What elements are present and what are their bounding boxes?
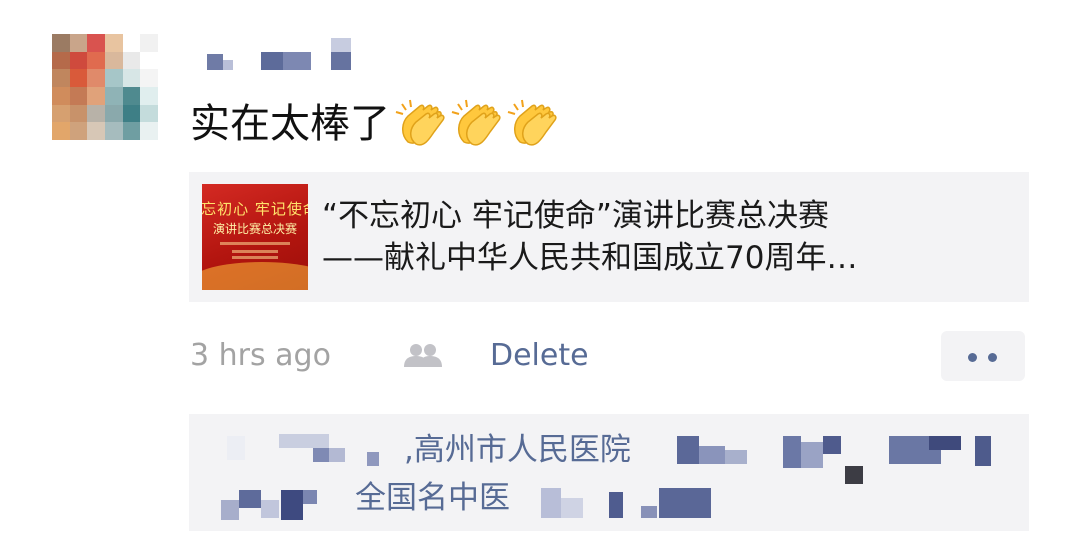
more-dots-icon xyxy=(988,353,997,362)
clapping-hands-emoji-1 xyxy=(395,99,445,146)
avatar-pixel xyxy=(140,69,158,87)
redacted-block xyxy=(823,436,841,454)
redacted-block xyxy=(677,436,699,464)
redacted-block xyxy=(367,452,379,466)
avatar-pixel xyxy=(122,122,141,140)
avatar-pixel xyxy=(69,34,88,52)
more-dots-icon xyxy=(968,353,977,362)
shared-link-card[interactable]: 忘初心 牢记使命 演讲比赛总决赛 “不忘初心 牢记使命”演讲比赛总决赛 ——献礼… xyxy=(189,172,1029,302)
redacted-block xyxy=(801,442,823,468)
avatar-pixel xyxy=(87,34,105,52)
comment-line2-text[interactable]: 全国名中医 xyxy=(355,478,510,518)
avatar-pixel xyxy=(52,86,70,105)
avatar-pixel xyxy=(69,104,88,123)
redacted-block xyxy=(783,436,801,468)
avatar-pixel xyxy=(104,69,123,87)
link-title-line1: “不忘初心 牢记使命”演讲比赛总决赛 xyxy=(322,198,829,234)
avatar-pixel xyxy=(52,51,70,70)
thumbnail-title: 忘初心 牢记使命 xyxy=(202,200,308,218)
avatar-pixel xyxy=(122,34,141,52)
redacted-block xyxy=(313,448,329,462)
avatar-pixel xyxy=(87,69,105,87)
redacted-block xyxy=(659,488,711,518)
avatar-pixel xyxy=(140,104,158,123)
avatar-pixel xyxy=(69,86,88,105)
thumbnail-wave xyxy=(202,262,308,290)
avatar-pixel xyxy=(87,51,105,70)
post-body: 实在太棒了 xyxy=(190,101,390,147)
avatar-pixel xyxy=(52,104,70,123)
thumbnail-subtitle: 演讲比赛总决赛 xyxy=(212,222,297,236)
redacted-block xyxy=(725,450,747,464)
comment-line1-text[interactable]: ,高州市人民医院 xyxy=(404,430,631,470)
username-redacted[interactable] xyxy=(205,38,355,74)
avatar-pixel xyxy=(104,86,123,105)
redacted-block xyxy=(641,506,657,518)
avatar-pixel xyxy=(140,51,158,70)
avatar-pixel xyxy=(69,69,88,87)
redacted-block xyxy=(541,488,561,518)
avatar[interactable] xyxy=(52,34,158,140)
comments-section: ,高州市人民医院 全国名中医 xyxy=(189,414,1029,531)
avatar-pixel xyxy=(87,104,105,123)
redacted-block xyxy=(279,434,329,448)
redacted-block xyxy=(239,490,261,508)
redacted-block xyxy=(609,492,623,518)
group-icon xyxy=(404,344,442,367)
redacted-block xyxy=(975,436,991,466)
redacted-block xyxy=(845,466,863,484)
redacted-block xyxy=(929,436,961,450)
redacted-block xyxy=(699,446,725,464)
avatar-pixel xyxy=(122,86,141,105)
avatar-pixel xyxy=(52,122,70,140)
more-options-button[interactable] xyxy=(941,331,1025,381)
avatar-pixel xyxy=(140,122,158,140)
avatar-pixel xyxy=(104,104,123,123)
avatar-pixel xyxy=(140,86,158,105)
redacted-block xyxy=(281,490,303,520)
avatar-pixel xyxy=(87,86,105,105)
avatar-pixel xyxy=(69,51,88,70)
thumbnail-decoration xyxy=(232,250,278,253)
redacted-block xyxy=(561,498,583,518)
link-title-line2: ——献礼中华人民共和国成立70周年… xyxy=(322,240,858,276)
redacted-block xyxy=(329,448,345,462)
delete-button[interactable]: Delete xyxy=(490,336,589,376)
avatar-pixel xyxy=(69,122,88,140)
link-thumbnail: 忘初心 牢记使命 演讲比赛总决赛 xyxy=(202,184,308,290)
avatar-pixel xyxy=(52,69,70,87)
avatar-pixel xyxy=(122,69,141,87)
clapping-hands-emoji-3 xyxy=(507,99,557,146)
avatar-pixel xyxy=(140,34,158,52)
avatar-pixel xyxy=(52,34,70,52)
avatar-pixel xyxy=(104,51,123,70)
clapping-hands-emoji-2 xyxy=(451,99,501,146)
redacted-block xyxy=(261,500,279,518)
redacted-block xyxy=(303,490,317,504)
redacted-block xyxy=(227,436,245,460)
avatar-pixel xyxy=(104,34,123,52)
post-text: 实在太棒了 xyxy=(190,98,558,150)
avatar-pixel xyxy=(122,104,141,123)
avatar-pixel xyxy=(122,51,141,70)
redacted-block xyxy=(221,500,239,520)
thumbnail-decoration xyxy=(220,242,290,245)
avatar-pixel xyxy=(104,122,123,140)
avatar-pixel xyxy=(87,122,105,140)
thumbnail-decoration xyxy=(232,256,278,259)
post-timestamp: 3 hrs ago xyxy=(190,338,331,373)
